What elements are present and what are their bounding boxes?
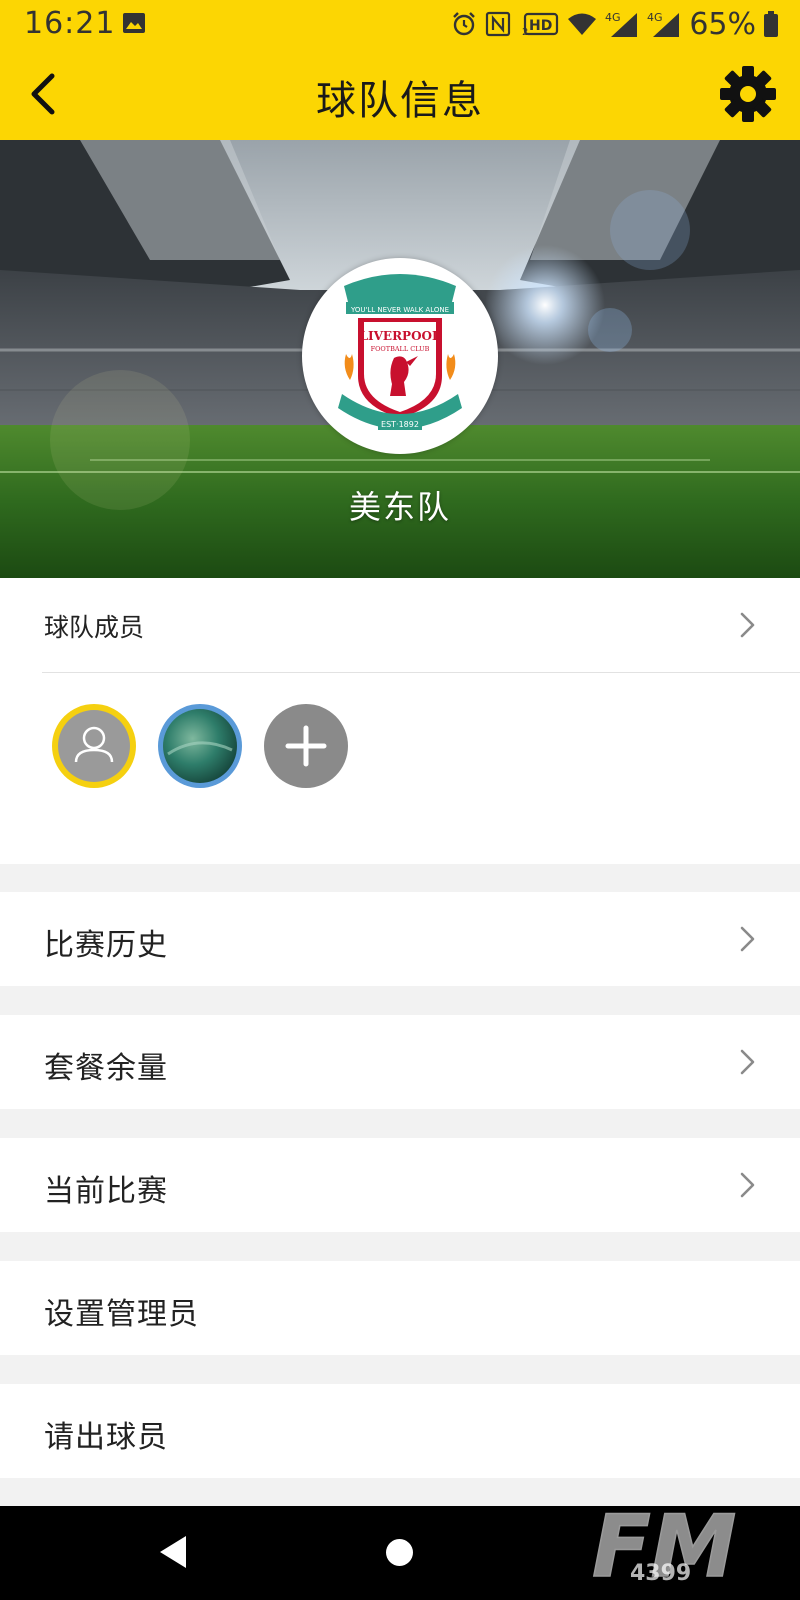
alarm-icon: [453, 12, 476, 36]
remove-player-row[interactable]: 请出球员: [0, 1384, 800, 1478]
liverpool-crest-icon: YOU'LL NEVER WALK ALONE LIVERPOOL FOOTBA…: [338, 274, 462, 430]
battery-icon: [764, 11, 778, 37]
team-header: YOU'LL NEVER WALK ALONE LIVERPOOL FOOTBA…: [0, 140, 800, 578]
svg-text:FOOTBALL CLUB: FOOTBALL CLUB: [371, 345, 430, 353]
set-admin-label: 设置管理员: [44, 1297, 199, 1332]
wifi-icon: [568, 13, 597, 35]
svg-text:EST·1892: EST·1892: [381, 420, 419, 429]
hd-icon: 2 HD: [522, 12, 559, 37]
member-avatar[interactable]: [158, 704, 242, 788]
add-member-button[interactable]: [264, 704, 348, 788]
match-history-label: 比赛历史: [44, 928, 168, 963]
member-avatar[interactable]: [52, 704, 136, 788]
package-balance-label: 套餐余量: [44, 1051, 168, 1086]
signal-icon: 4G: [647, 11, 680, 37]
remove-player-label: 请出球员: [44, 1420, 168, 1455]
set-admin-row[interactable]: 设置管理员: [0, 1261, 800, 1355]
network-label-1: 4G: [605, 11, 621, 24]
nav-back-icon[interactable]: [158, 1534, 188, 1570]
current-match-row[interactable]: 当前比赛: [0, 1138, 800, 1232]
chevron-right-icon: [740, 1172, 755, 1198]
status-icons: 2 HD 4G 4G 65%: [451, 6, 778, 42]
chevron-right-icon: [740, 612, 755, 638]
page-title: 球队信息: [316, 78, 484, 124]
match-history-row[interactable]: 比赛历史: [0, 892, 800, 986]
toolbar: 球队信息: [0, 48, 800, 140]
network-label-2: 4G: [647, 11, 663, 24]
watermark-subtext: 4399: [630, 1561, 691, 1586]
chevron-right-icon: [740, 926, 755, 952]
team-logo: YOU'LL NEVER WALK ALONE LIVERPOOL FOOTBA…: [302, 258, 498, 454]
hd-label: HD: [529, 18, 552, 34]
status-time: 16:21: [24, 6, 116, 41]
svg-text:2: 2: [522, 27, 528, 37]
user-icon: [58, 710, 130, 782]
team-members-label: 球队成员: [44, 613, 145, 642]
image-icon: [123, 13, 145, 33]
gear-icon: [720, 66, 776, 122]
chevron-right-icon: [740, 1049, 755, 1075]
nfc-icon: [486, 11, 511, 37]
settings-button[interactable]: [718, 64, 778, 124]
nav-home-icon[interactable]: [386, 1539, 413, 1566]
current-match-label: 当前比赛: [44, 1174, 168, 1209]
plus-icon: [285, 725, 327, 767]
status-bar: 16:21 2 HD 4G 4G 65%: [0, 0, 800, 48]
team-name: 美东队: [348, 488, 451, 526]
team-members-section: 球队成员: [0, 578, 800, 864]
team-members-row[interactable]: 球队成员: [0, 578, 800, 672]
package-balance-row[interactable]: 套餐余量: [0, 1015, 800, 1109]
member-photo: [163, 709, 237, 783]
signal-icon: 4G: [605, 11, 638, 37]
divider: [42, 672, 800, 673]
member-avatar-list: [52, 704, 348, 788]
svg-text:YOU'LL NEVER WALK ALONE: YOU'LL NEVER WALK ALONE: [350, 306, 449, 314]
watermark-logo: FM 4399: [591, 1496, 737, 1588]
svg-text:LIVERPOOL: LIVERPOOL: [360, 329, 441, 343]
battery-percent: 65%: [689, 6, 756, 42]
